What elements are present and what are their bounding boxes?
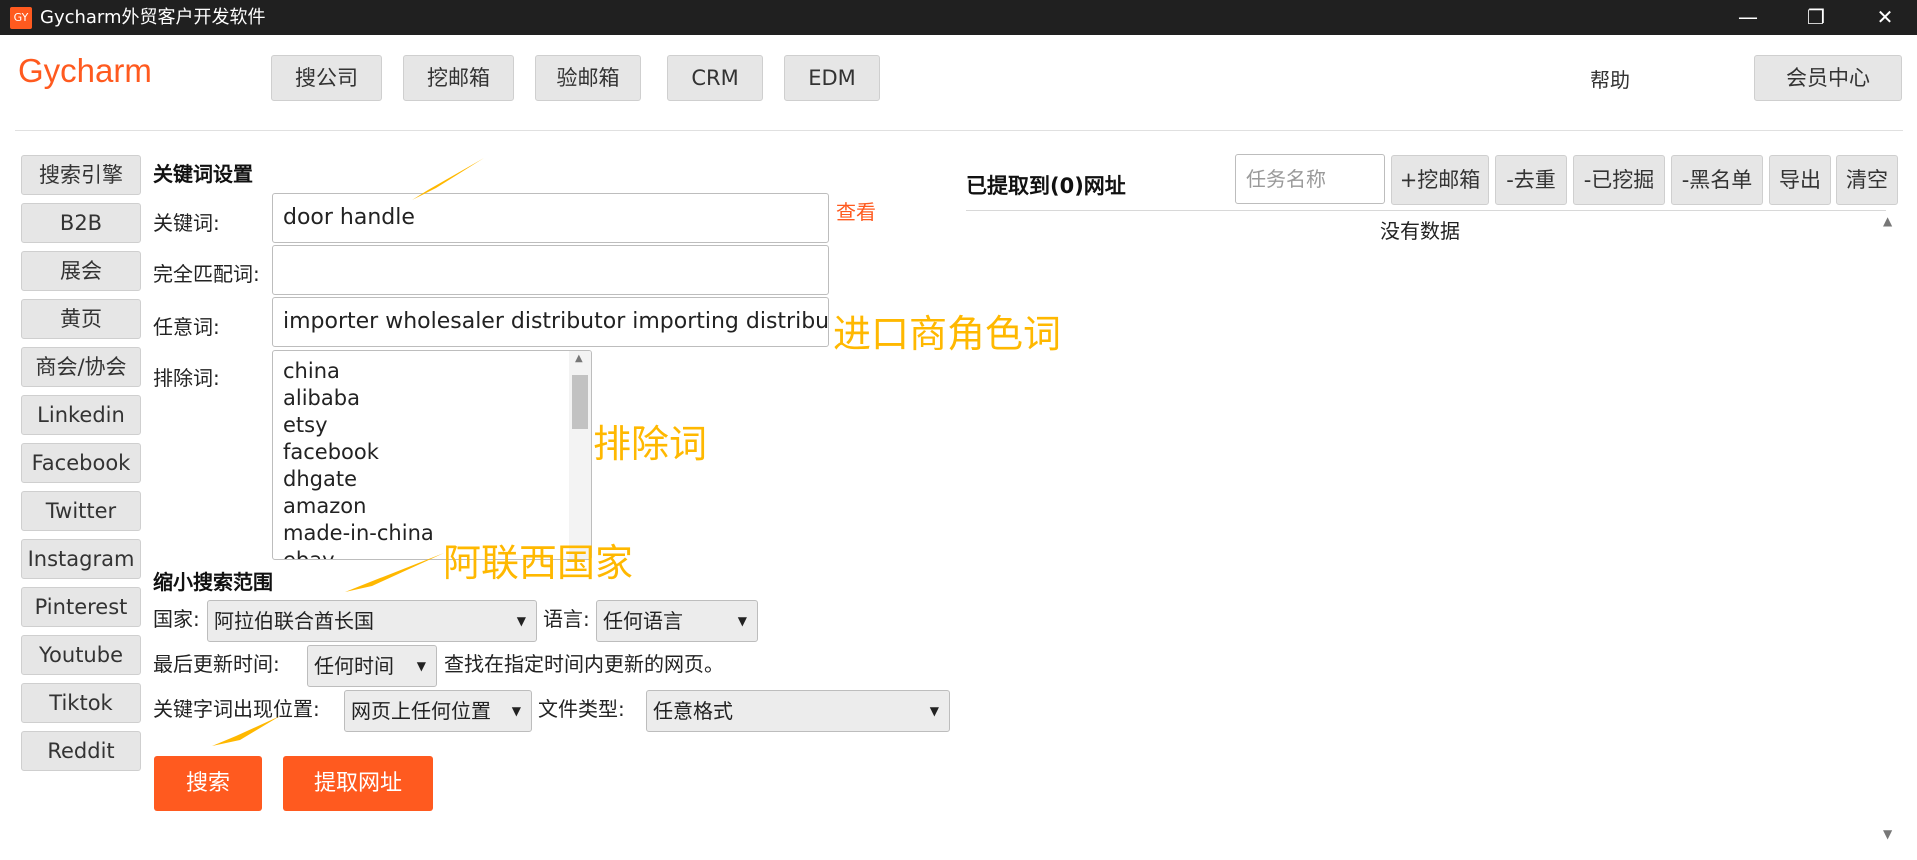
remove-mined-button[interactable]: -已挖掘	[1573, 155, 1665, 205]
clear-button[interactable]: 清空	[1836, 155, 1898, 205]
export-button[interactable]: 导出	[1769, 155, 1831, 205]
empty-state: 没有数据	[1380, 219, 1460, 243]
arrow-icon	[345, 553, 444, 592]
arrow-icon	[412, 158, 484, 200]
arrow-icon	[212, 716, 280, 746]
results-divider	[966, 210, 1886, 211]
dig-email-button[interactable]: +挖邮箱	[1391, 155, 1489, 205]
dedupe-button[interactable]: -去重	[1495, 155, 1567, 205]
annotation-arrows	[212, 158, 484, 746]
results-scrollbar[interactable]: ▲ ▼	[1880, 212, 1900, 847]
task-name-input[interactable]: 任务名称	[1235, 154, 1385, 204]
blacklist-button[interactable]: -黑名单	[1671, 155, 1763, 205]
results-title: 已提取到(0)网址	[966, 174, 1126, 198]
scroll-down-icon[interactable]: ▼	[1883, 827, 1892, 841]
scroll-up-icon[interactable]: ▲	[1883, 214, 1892, 228]
